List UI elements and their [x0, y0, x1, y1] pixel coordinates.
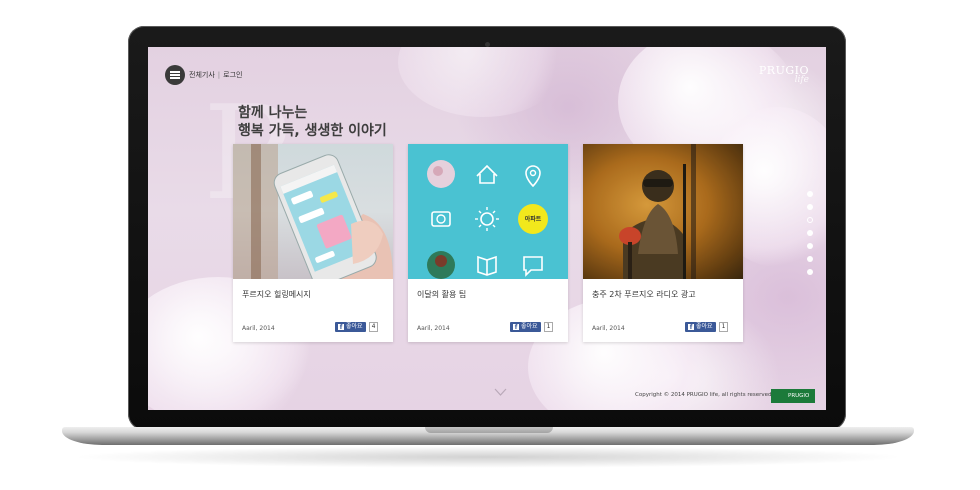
camera-icon: [431, 211, 451, 227]
home-icon: [476, 164, 498, 184]
laptop-notch: [425, 427, 553, 433]
recording-studio-image: [583, 144, 743, 279]
like-count: 1: [543, 322, 554, 332]
pager-dot[interactable]: [807, 256, 813, 262]
card-title[interactable]: 푸르지오 힐링메시지: [242, 289, 311, 300]
like-count: 4: [368, 322, 379, 332]
phone-in-hand-image: [233, 144, 393, 279]
nav-login-link[interactable]: 로그인: [223, 71, 242, 79]
laptop-shadow: [70, 446, 906, 468]
brand-logo[interactable]: PRUGIO life: [751, 64, 809, 85]
facebook-like-button[interactable]: f 좋아요 1: [685, 322, 729, 332]
card-thumbnail-phone: [233, 144, 393, 279]
nav-separator: |: [217, 71, 221, 79]
pager-dot[interactable]: [807, 191, 813, 197]
card-thumbnail-studio: [583, 144, 743, 279]
facebook-icon: f: [688, 324, 694, 331]
copyright-text: Copyright © 2014 PRUGIO life, all rights…: [635, 392, 774, 398]
facebook-like-button[interactable]: f 좋아요 1: [510, 322, 554, 332]
article-card[interactable]: 충주 2차 푸르지오 라디오 광고 Aaril, 2014 f 좋아요 1: [583, 144, 743, 342]
card-date: Aaril, 2014: [242, 325, 275, 332]
card-date: Aaril, 2014: [592, 325, 625, 332]
card-title[interactable]: 충주 2차 푸르지오 라디오 광고: [592, 289, 696, 300]
prugio-footer-logo[interactable]: PRUGIO: [771, 389, 815, 403]
pager-dot[interactable]: [807, 204, 813, 210]
pager-dot[interactable]: [807, 230, 813, 236]
article-card[interactable]: 아파트 이달의 활용 팁 Aaril, 2014 f 좋아요 1: [408, 144, 568, 342]
card-title[interactable]: 이달의 활용 팁: [417, 289, 466, 300]
chevron-down-icon[interactable]: [494, 386, 507, 399]
page-headline: 함께 나누는 행복 가득, 생생한 이야기: [238, 104, 387, 140]
top-nav: 전체기사 | 로그인: [189, 70, 242, 80]
like-label: 좋아요: [346, 323, 363, 330]
article-card[interactable]: 푸르지오 힐링메시지 Aaril, 2014 f 좋아요 4: [233, 144, 393, 342]
nav-all-articles-link[interactable]: 전체기사: [189, 71, 215, 79]
pager-dot[interactable]: [807, 269, 813, 275]
pager-dot[interactable]: [807, 243, 813, 249]
website-screen: P 전체기사|로그인 PRUGIO life 함께 나누는 행복 가득, 생생한…: [148, 47, 826, 410]
hamburger-menu-icon[interactable]: [165, 65, 185, 85]
pager-dot[interactable]: [807, 217, 813, 223]
sun-icon: [480, 212, 494, 226]
facebook-like-button[interactable]: f 좋아요 4: [335, 322, 379, 332]
page-pager: [807, 191, 815, 282]
message-icon: [523, 256, 543, 277]
prugio-logo-text: PRUGIO: [786, 390, 814, 402]
icon-grid-image: [427, 160, 548, 279]
like-label: 좋아요: [696, 323, 713, 330]
like-label: 좋아요: [521, 323, 538, 330]
card-thumbnail-icons: 아파트: [408, 144, 568, 279]
bg-petal: [398, 47, 568, 117]
leaf-logo-icon: [772, 390, 786, 402]
brand-tagline: life: [794, 75, 809, 85]
facebook-icon: f: [338, 324, 344, 331]
card-date: Aaril, 2014: [417, 325, 450, 332]
like-count: 1: [718, 322, 729, 332]
facebook-icon: f: [513, 324, 519, 331]
sticker-label: 아파트: [524, 216, 542, 223]
headline-line-2: 행복 가득, 생생한 이야기: [238, 123, 387, 139]
headline-line-1: 함께 나누는: [238, 105, 308, 121]
book-icon: [477, 255, 497, 276]
